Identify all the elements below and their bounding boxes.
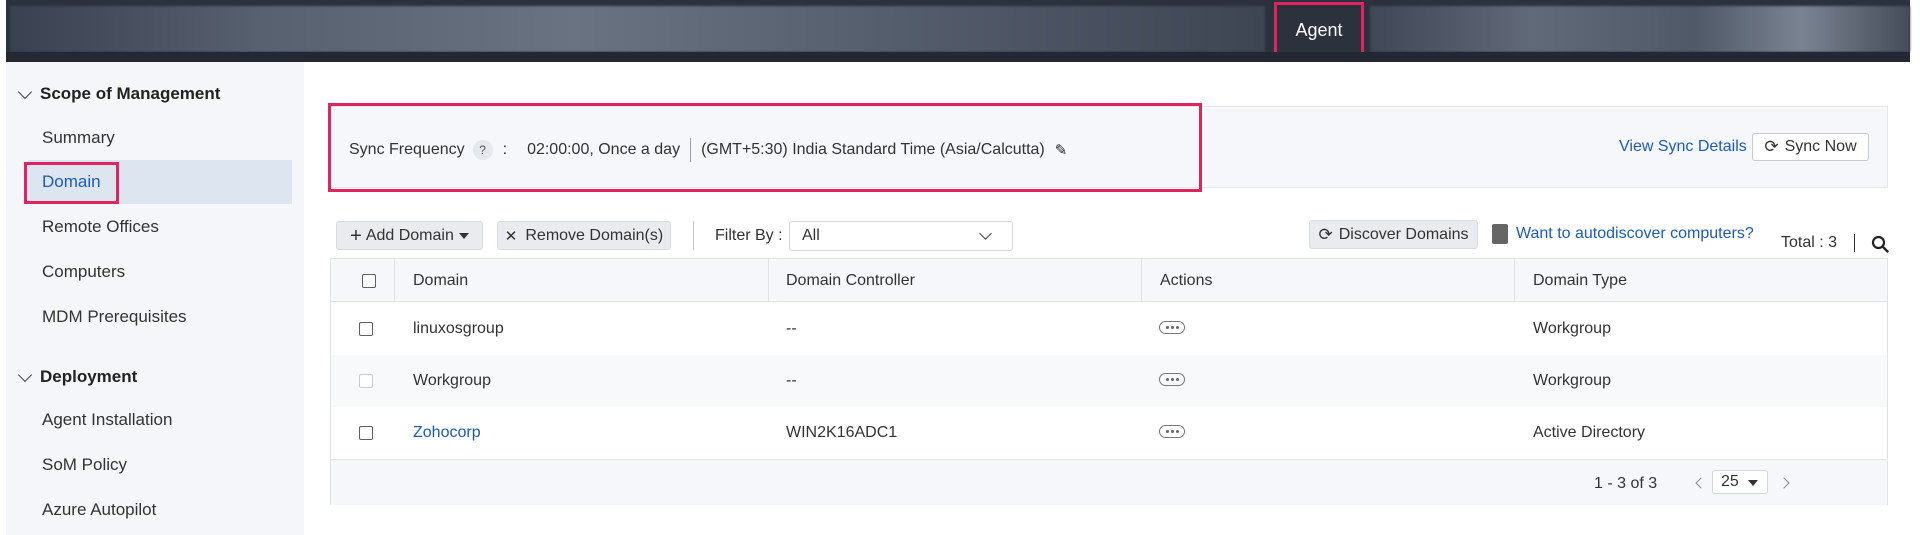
domain-name: linuxosgroup xyxy=(413,320,504,337)
discover-domains-label: Discover Domains xyxy=(1338,225,1469,243)
toolbar-divider xyxy=(693,221,694,250)
caret-down-icon xyxy=(458,232,469,239)
domain-type: Workgroup xyxy=(1533,320,1611,337)
tab-agent-label: Agent xyxy=(1295,19,1343,40)
chevron-down-icon xyxy=(17,84,33,99)
caret-down-icon xyxy=(1748,480,1758,486)
tab-agent[interactable]: Agent xyxy=(1274,2,1364,58)
chevron-down-icon xyxy=(17,367,33,382)
sync-frequency-row: Sync Frequency ? : 02:00:00, Once a day … xyxy=(349,138,1067,162)
sidebar-section-deployment[interactable]: Deployment xyxy=(17,367,138,387)
table-row[interactable]: linuxosgroup -- Workgroup xyxy=(331,303,1887,355)
row-checkbox[interactable] xyxy=(359,322,373,336)
table-footer: 1 - 3 of 3 25 xyxy=(331,459,1887,505)
sync-colon: : xyxy=(502,141,508,158)
more-actions-icon[interactable] xyxy=(1159,425,1185,438)
sidebar-item-mdm-prerequisites[interactable]: MDM Prerequisites xyxy=(28,295,292,339)
sidebar-item-label: MDM Prerequisites xyxy=(42,307,187,326)
more-actions-icon[interactable] xyxy=(1159,373,1185,386)
domains-table: Domain Domain Controller Actions Domain … xyxy=(330,258,1888,505)
total-count: Total : 3 xyxy=(1781,234,1838,251)
column-divider xyxy=(394,259,395,302)
divider xyxy=(1854,234,1855,252)
row-checkbox[interactable] xyxy=(359,426,373,440)
table-row[interactable]: Zohocorp WIN2K16ADC1 Active Directory xyxy=(331,407,1887,459)
sidebar-item-agent-installation[interactable]: Agent Installation xyxy=(28,398,292,442)
domain-controller: -- xyxy=(786,372,797,389)
chevron-right-icon[interactable] xyxy=(1778,477,1790,489)
sidebar-item-azure-autopilot[interactable]: Azure Autopilot xyxy=(28,488,292,532)
column-header-domain-type[interactable]: Domain Type xyxy=(1533,259,1627,302)
sync-now-button[interactable]: ⟳ Sync Now xyxy=(1752,133,1869,161)
sidebar-item-label: Remote Offices xyxy=(42,217,159,236)
sidebar-section-title: Deployment xyxy=(40,367,138,386)
sidebar-section-scope-of-management[interactable]: Scope of Management xyxy=(17,84,221,104)
column-divider xyxy=(1514,259,1515,302)
domain-controller: WIN2K16ADC1 xyxy=(786,424,898,441)
pencil-icon[interactable]: ✎ xyxy=(1055,141,1068,159)
sync-timezone-value: (GMT+5:30) India Standard Time (Asia/Cal… xyxy=(701,141,1045,158)
column-header-domain-controller[interactable]: Domain Controller xyxy=(786,259,915,302)
sidebar-item-label: Computers xyxy=(42,262,126,281)
domain-type: Active Directory xyxy=(1533,424,1646,441)
sidebar-item-label: Azure Autopilot xyxy=(42,500,157,519)
autodiscover-icon xyxy=(1492,224,1508,244)
add-domain-button[interactable]: + Add Domain xyxy=(336,221,483,250)
sidebar-item-som-policy[interactable]: SoM Policy xyxy=(28,443,292,487)
sidebar-item-label: Agent Installation xyxy=(42,410,173,429)
sidebar-item-remote-offices[interactable]: Remote Offices xyxy=(28,205,292,249)
close-icon: ✕ xyxy=(504,227,518,245)
more-actions-icon[interactable] xyxy=(1159,321,1185,334)
top-navigation-bar: Agent xyxy=(6,0,1910,62)
sidebar-item-computers[interactable]: Computers xyxy=(28,250,292,294)
highlight-box-domain xyxy=(24,162,119,204)
sync-now-label: Sync Now xyxy=(1784,138,1857,155)
domain-type: Workgroup xyxy=(1533,372,1611,389)
filter-by-label: Filter By : xyxy=(715,227,783,244)
search-icon[interactable] xyxy=(1871,235,1889,253)
sync-frequency-label: Sync Frequency xyxy=(349,141,465,158)
sync-frequency-value: 02:00:00, Once a day xyxy=(527,141,681,158)
remove-domains-label: Remove Domain(s) xyxy=(525,226,664,244)
autodiscover-computers-link[interactable]: Want to autodiscover computers? xyxy=(1516,225,1754,243)
chevron-left-icon[interactable] xyxy=(1695,477,1707,489)
refresh-icon: ⟳ xyxy=(1318,224,1333,244)
sidebar-item-label: Summary xyxy=(42,128,115,147)
sidebar-item-summary[interactable]: Summary xyxy=(28,116,292,160)
add-domain-label: Add Domain xyxy=(365,226,454,244)
refresh-icon: ⟳ xyxy=(1764,137,1779,156)
plus-icon: + xyxy=(350,224,362,247)
sidebar-item-label: SoM Policy xyxy=(42,455,128,474)
domain-name-link[interactable]: Zohocorp xyxy=(413,407,481,459)
topbar-bottom-strip xyxy=(6,52,1910,62)
filter-select-value: All xyxy=(802,227,820,244)
domain-controller: -- xyxy=(786,320,797,337)
chevron-down-icon xyxy=(979,227,992,240)
table-row[interactable]: Workgroup -- Workgroup xyxy=(331,355,1887,407)
help-icon[interactable]: ? xyxy=(472,140,493,160)
column-divider xyxy=(768,259,769,302)
column-header-actions: Actions xyxy=(1160,271,1213,289)
view-sync-details-link[interactable]: View Sync Details xyxy=(1619,138,1747,156)
discover-domains-button[interactable]: ⟳ Discover Domains xyxy=(1309,220,1478,249)
divider xyxy=(690,138,692,162)
sidebar-section-title: Scope of Management xyxy=(40,84,221,103)
column-header-domain[interactable]: Domain xyxy=(413,259,468,302)
filter-select[interactable]: All xyxy=(789,221,1013,251)
table-header: Domain Domain Controller Actions Domain … xyxy=(331,259,1887,302)
domain-name: Workgroup xyxy=(413,372,491,389)
remove-domains-button[interactable]: ✕ Remove Domain(s) xyxy=(497,221,671,250)
blurred-nav-region-right xyxy=(1370,6,1910,52)
sidebar: Scope of Management Summary Domain Remot… xyxy=(6,62,304,535)
select-all-checkbox[interactable] xyxy=(362,274,376,288)
column-divider xyxy=(1141,259,1142,302)
page-size-value: 25 xyxy=(1721,473,1739,490)
pagination-info: 1 - 3 of 3 xyxy=(1594,475,1658,492)
blurred-nav-region-left xyxy=(10,6,1265,52)
row-checkbox xyxy=(359,374,373,388)
page-size-select[interactable]: 25 xyxy=(1712,470,1768,494)
